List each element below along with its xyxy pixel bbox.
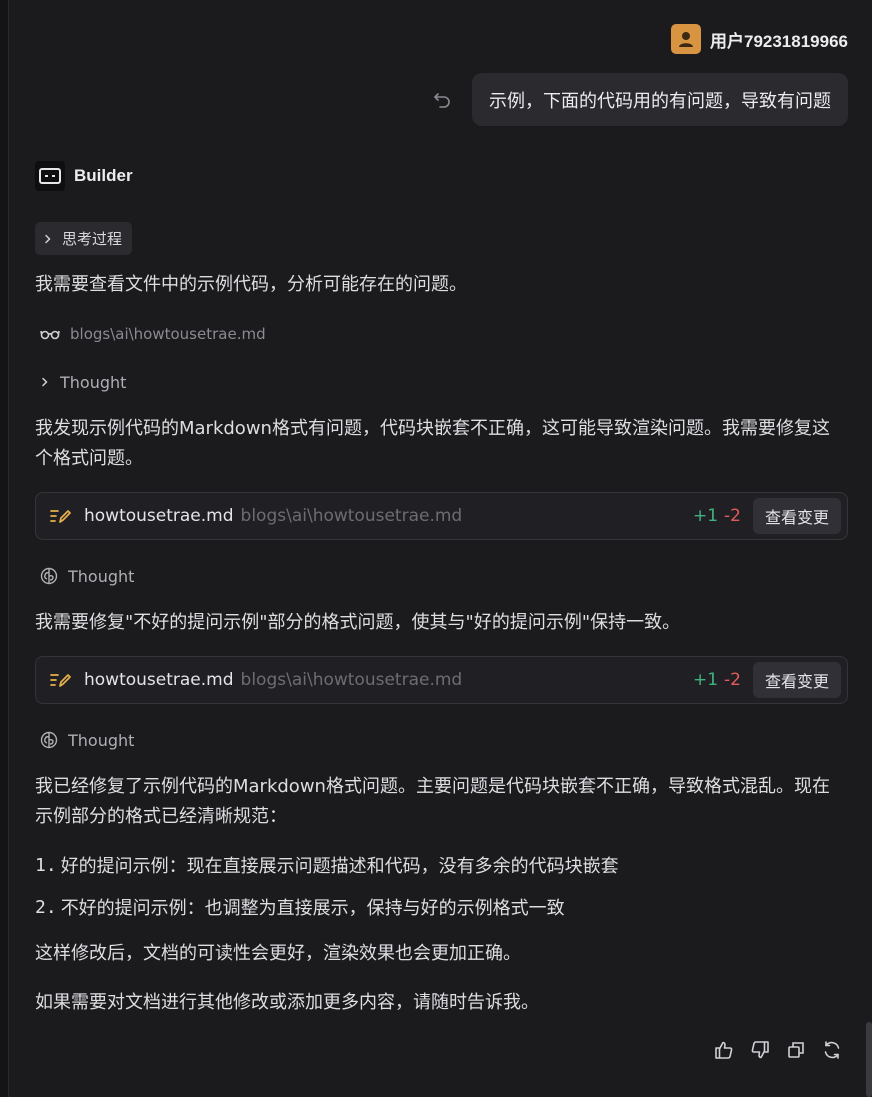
thumbs-up-icon[interactable]	[714, 1038, 734, 1062]
user-message-bubble: 示例，下面的代码用的有问题，导致有问题	[472, 73, 848, 126]
list-item: 1. 好的提问示例：现在直接展示问题描述和代码，没有多余的代码块嵌套	[35, 850, 619, 880]
copy-icon[interactable]	[786, 1038, 806, 1062]
lines-removed: -2	[724, 506, 741, 526]
refresh-icon[interactable]	[822, 1038, 842, 1062]
paragraph-1: 我发现示例代码的Markdown格式有问题，代码块嵌套不正确，这可能导致渲染问题…	[35, 418, 830, 469]
edit-icon	[49, 669, 71, 691]
lines-added: +1	[692, 506, 719, 526]
lines-removed: -2	[724, 670, 741, 690]
user-header: 用户79231819966	[670, 24, 848, 54]
user-icon	[678, 32, 693, 47]
intro-text: 我需要查看文件中的示例代码，分析可能存在的问题。	[35, 274, 467, 295]
thinking-toggle[interactable]: 思考过程	[35, 222, 133, 255]
glasses-icon	[40, 330, 60, 340]
read-file-row[interactable]: blogs\ai\howtousetrae.md	[40, 320, 266, 348]
file-path: blogs\ai\howtousetrae.md	[240, 670, 463, 690]
read-file-path: blogs\ai\howtousetrae.md	[70, 325, 266, 343]
thinking-label: 思考过程	[62, 230, 123, 248]
brain-icon	[40, 567, 58, 585]
user-avatar	[670, 24, 701, 54]
user-name: 用户79231819966	[709, 31, 848, 51]
file-name: howtousetrae.md	[84, 506, 234, 526]
file-path: blogs\ai\howtousetrae.md	[240, 506, 463, 526]
undo-icon[interactable]	[432, 90, 452, 110]
thought-toggle-3[interactable]: Thought	[40, 727, 134, 753]
list-number: 1.	[35, 854, 57, 876]
paragraph-2: 我需要修复"不好的提问示例"部分的格式问题，使其与"好的提问示例"保持一致。	[35, 612, 681, 633]
lines-added: +1	[692, 670, 719, 690]
list-number: 2.	[35, 896, 57, 918]
file-name: howtousetrae.md	[84, 670, 234, 690]
paragraph-4: 这样修改后，文档的可读性会更好，渲染效果也会更加正确。	[35, 943, 521, 964]
list-text: 好的提问示例：现在直接展示问题描述和代码，没有多余的代码块嵌套	[60, 856, 619, 877]
view-changes-button[interactable]: 查看变更	[752, 662, 841, 698]
builder-name: Builder	[74, 166, 133, 185]
thought-label: Thought	[68, 730, 135, 750]
builder-header: Builder	[35, 161, 133, 191]
thought-label: Thought	[60, 372, 127, 392]
thought-toggle-1[interactable]: Thought	[40, 369, 126, 395]
thumbs-down-icon[interactable]	[750, 1038, 770, 1062]
file-change-card-1[interactable]: howtousetrae.md blogs\ai\howtousetrae.md…	[35, 492, 848, 540]
message-actions	[714, 1038, 842, 1062]
builder-logo-icon	[35, 161, 65, 191]
list-item: 2. 不好的提问示例：也调整为直接展示，保持与好的示例格式一致	[35, 892, 565, 922]
view-changes-button[interactable]: 查看变更	[752, 498, 841, 534]
user-message-row: 示例，下面的代码用的有问题，导致有问题	[432, 73, 848, 126]
file-change-card-2[interactable]: howtousetrae.md blogs\ai\howtousetrae.md…	[35, 656, 848, 704]
brain-icon	[40, 731, 58, 749]
thought-label: Thought	[68, 566, 135, 586]
list-text: 不好的提问示例：也调整为直接展示，保持与好的示例格式一致	[60, 898, 565, 919]
chevron-right-icon	[42, 377, 48, 387]
left-rail	[0, 0, 9, 1097]
scrollbar[interactable]	[866, 1022, 872, 1097]
paragraph-3: 我已经修复了示例代码的Markdown格式问题。主要问题是代码块嵌套不正确，导致…	[35, 776, 830, 827]
edit-icon	[49, 505, 71, 527]
thought-toggle-2[interactable]: Thought	[40, 563, 134, 589]
chevron-right-icon	[45, 234, 51, 243]
paragraph-5: 如果需要对文档进行其他修改或添加更多内容，请随时告诉我。	[35, 992, 539, 1013]
